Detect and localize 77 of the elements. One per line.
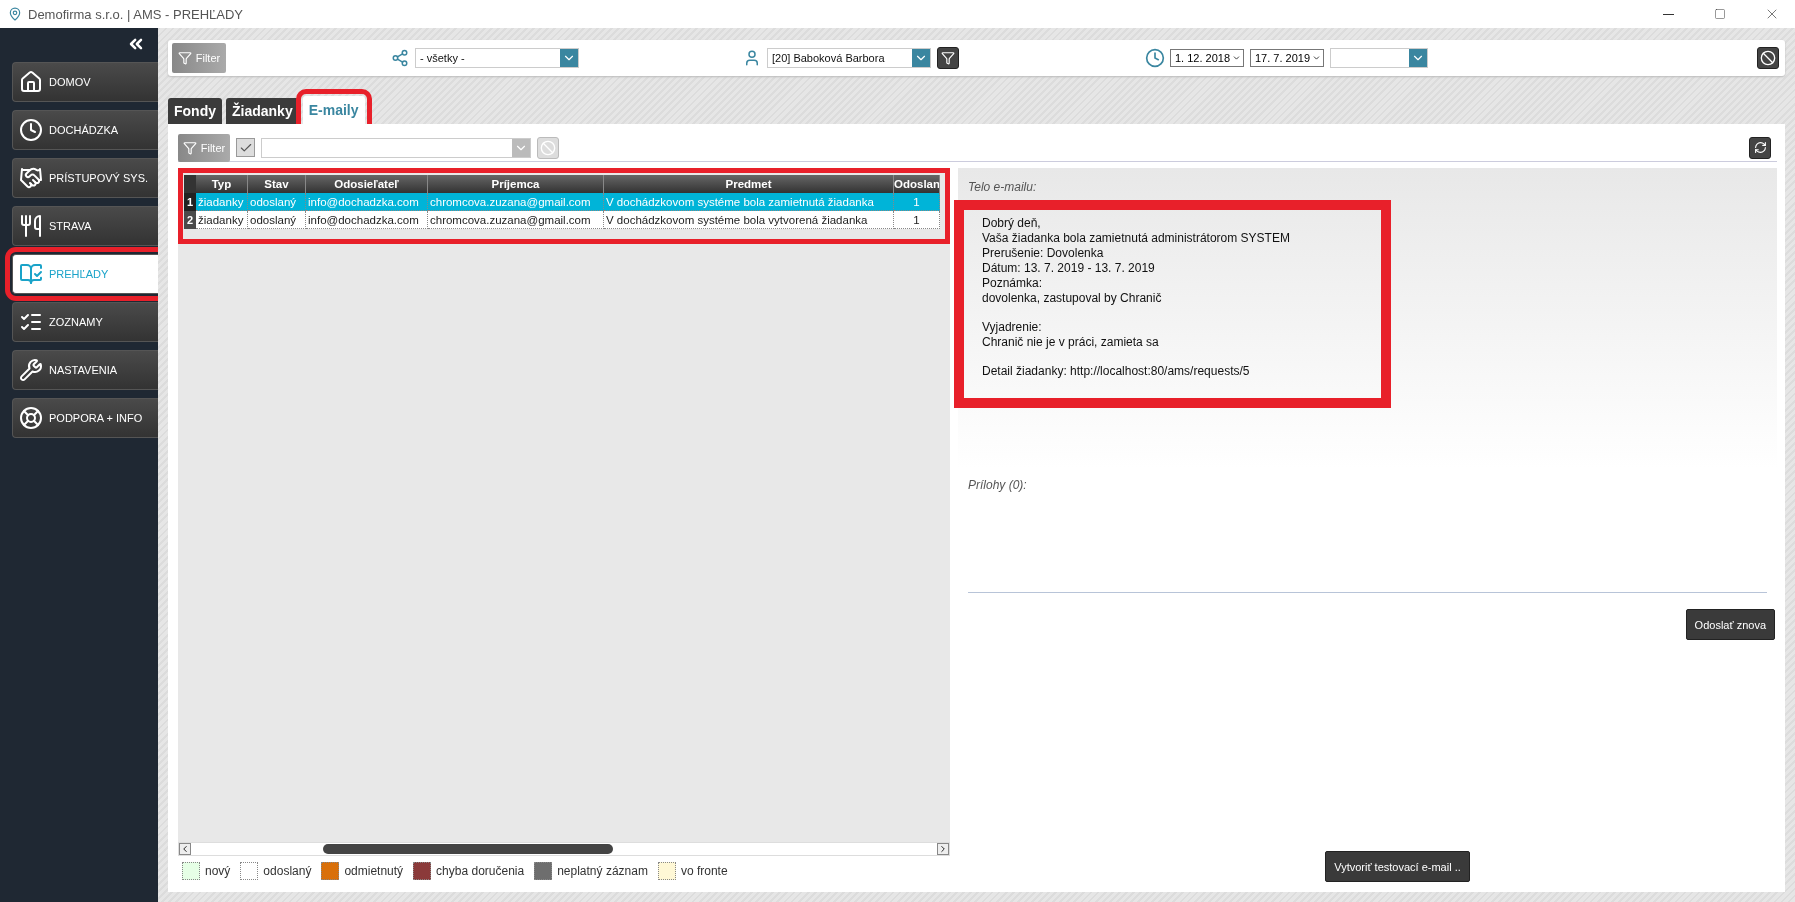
date-to-field[interactable]: 17. 7. 2019 xyxy=(1250,49,1324,67)
pin-icon xyxy=(8,7,22,21)
email-paragraph: Dobrý deň, Vaša žiadanka bola zamietnutá administrátorom SYSTEM Prerušenie: Dovolenka Dátum: 13. 7. 2019 - 13. 7. 2019 Poznámka: dovolenka, zastupoval by Chranič xyxy=(982,216,1291,306)
table-cell: info@dochadzka.com xyxy=(306,211,428,229)
ban-icon xyxy=(540,139,556,156)
person-select[interactable]: [20] Baboková Barbora xyxy=(767,48,931,68)
resend-button[interactable]: Odoslať znova xyxy=(1685,609,1775,640)
table-cell: žiadanky xyxy=(196,211,248,229)
ban-icon xyxy=(1760,50,1776,66)
handshake-icon xyxy=(19,166,43,190)
maximize-icon xyxy=(1714,8,1726,20)
table-cell: chromcova.zuzana@gmail.com xyxy=(428,193,604,211)
email-paragraph: Detail žiadanky: http://localhost:80/ams/requests/5 xyxy=(982,364,1251,379)
person-icon xyxy=(743,49,761,67)
table-cell: chromcova.zuzana@gmail.com xyxy=(428,211,604,229)
filter-button[interactable] xyxy=(937,47,959,69)
scroll-left-button[interactable] xyxy=(179,843,191,855)
table-cell: odoslaný xyxy=(248,211,306,229)
attachments-label: Prílohy (0): xyxy=(968,478,1028,492)
minimize-icon xyxy=(1662,13,1674,15)
refresh-icon xyxy=(1753,141,1767,154)
table-cell: info@dochadzka.com xyxy=(306,193,428,211)
chevron-left-icon xyxy=(180,844,190,854)
date-from-field[interactable]: 1. 12. 2018 xyxy=(1170,49,1244,67)
select-field[interactable] xyxy=(1330,48,1428,68)
column-header[interactable]: Odosieľateľ xyxy=(306,175,428,193)
clock-icon xyxy=(1145,48,1165,68)
table-cell: V dochádzkovom systéme bola zamietnutá žiadanka xyxy=(604,193,894,211)
column-header[interactable]: Stav xyxy=(248,175,306,193)
legend-label: odmietnutý xyxy=(344,864,404,878)
sidebar-item[interactable]: ZOZNAMY xyxy=(12,302,158,342)
sidebar-item[interactable]: STRAVA xyxy=(12,206,158,246)
book-icon xyxy=(19,262,43,286)
row-number: 1 xyxy=(184,193,196,211)
table-cell: V dochádzkovom systéme bola vytvorená žiadanka xyxy=(604,211,894,229)
scroll-right-button[interactable] xyxy=(937,843,949,855)
table-cell: odoslaný xyxy=(248,193,306,211)
body-label: Telo e-mailu: xyxy=(968,180,1038,194)
legend-label: neplatný záznam xyxy=(557,864,648,878)
tab[interactable]: Fondy xyxy=(168,98,222,124)
lifebuoy-icon xyxy=(19,406,43,430)
filter-icon xyxy=(182,140,197,155)
email-paragraph: Vyjadrenie: Chranič nie je v práci, zamieta sa xyxy=(982,320,1160,350)
select-field[interactable] xyxy=(261,137,531,158)
refresh-button[interactable] xyxy=(1749,136,1771,159)
filter-icon xyxy=(177,51,192,65)
horizontal-scrollbar[interactable] xyxy=(178,842,950,856)
sidebar-item[interactable]: PODPORA + INFO xyxy=(12,398,158,438)
house-icon xyxy=(19,70,43,94)
column-header[interactable]: Odoslan xyxy=(894,175,940,193)
chevron-right-icon xyxy=(938,844,948,854)
wrench-icon xyxy=(19,358,43,382)
tab[interactable]: Žiadanky xyxy=(226,98,299,124)
column-header[interactable]: Typ xyxy=(196,175,248,193)
window-title: Demofirma s.r.o. | AMS - PREHĽADY xyxy=(28,6,245,22)
sidebar-item[interactable]: DOCHÁDZKA xyxy=(12,110,158,150)
column-header[interactable]: Predmet xyxy=(604,175,894,193)
group-select[interactable]: - všetky - xyxy=(415,48,579,68)
clock-icon xyxy=(19,118,43,142)
clear-button[interactable] xyxy=(1757,47,1779,69)
fork-knife-icon xyxy=(19,214,43,238)
sidebar-item[interactable]: NASTAVENIA xyxy=(12,350,158,390)
test-email-button[interactable]: Vytvoriť testovací e-mail .. xyxy=(1325,851,1470,882)
sidebar-item[interactable]: PRÍSTUPOVÝ SYS. xyxy=(12,158,158,198)
legend-label: nový xyxy=(205,864,231,878)
legend-label: odoslaný xyxy=(263,864,312,878)
legend-label: chyba doručenia xyxy=(436,864,525,878)
row-number: 2 xyxy=(184,211,196,229)
sidebar-item[interactable]: DOMOV xyxy=(12,62,158,102)
legend-label: vo fronte xyxy=(680,864,728,878)
table-cell: 1 xyxy=(894,211,940,229)
table-cell: 1 xyxy=(894,193,940,211)
column-header[interactable]: Príjemca xyxy=(428,175,604,193)
table-cell: žiadanky xyxy=(196,193,248,211)
network-icon xyxy=(391,49,409,67)
filter-icon xyxy=(941,51,955,65)
checkbox[interactable] xyxy=(236,138,255,157)
